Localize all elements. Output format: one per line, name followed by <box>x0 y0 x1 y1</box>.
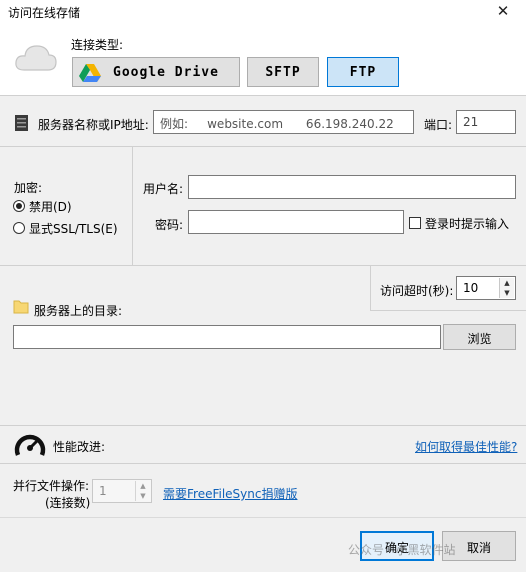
timeout-value: 10 <box>463 281 479 295</box>
directory-input[interactable] <box>13 325 441 349</box>
speedometer-icon <box>14 434 46 456</box>
connection-type-panel: 连接类型: Google Drive SFTP FTP <box>0 22 526 96</box>
parallel-ops-label: 并行文件操作: <box>13 479 90 493</box>
google-drive-button[interactable]: Google Drive <box>72 57 240 87</box>
ftp-button[interactable]: FTP <box>327 57 399 87</box>
parallel-ops-value: 1 <box>99 484 107 498</box>
radio-selected <box>13 200 25 212</box>
performance-label: 性能改进: <box>53 440 106 454</box>
parallel-ops-sublabel: (连接数) <box>45 496 91 510</box>
username-input[interactable] <box>188 175 516 199</box>
encryption-label: 加密: <box>14 181 43 195</box>
encryption-ssl-option[interactable]: 显式SSL/TLS(E) <box>13 220 128 236</box>
prompt-login-label: 登录时提示输入 <box>425 217 510 231</box>
encryption-ssl-label: 显式SSL/TLS(E) <box>29 222 118 236</box>
window-title: 访问在线存储 <box>8 6 81 20</box>
server-label: 服务器名称或IP地址: <box>38 118 149 132</box>
password-input[interactable] <box>188 210 404 234</box>
browse-label: 浏览 <box>467 332 492 346</box>
port-value: 21 <box>463 115 479 129</box>
divider <box>0 463 526 464</box>
password-label: 密码: <box>155 218 184 232</box>
folder-icon <box>13 300 29 314</box>
timeout-spinner[interactable]: 10 ▲ ▼ <box>456 276 516 300</box>
spinner-up-icon[interactable]: ▲ <box>135 481 150 491</box>
spinner-down-icon[interactable]: ▼ <box>135 491 150 501</box>
spinner-down-icon[interactable]: ▼ <box>499 288 514 298</box>
donation-edition-link[interactable]: 需要FreeFileSync捐赠版 <box>163 485 297 502</box>
server-placeholder: 例如: website.com 66.198.240.22 <box>160 117 394 131</box>
server-icon <box>15 115 28 131</box>
prompt-login-checkbox[interactable]: 登录时提示输入 <box>409 215 521 231</box>
watermark: 公众号 · 小黑软件站 <box>348 543 456 557</box>
divider <box>0 146 526 147</box>
cloud-icon <box>15 45 57 71</box>
divider <box>0 425 526 426</box>
title-bar: 访问在线存储 ✕ <box>0 0 526 22</box>
divider <box>132 147 133 265</box>
best-performance-link[interactable]: 如何取得最佳性能? <box>415 438 517 455</box>
port-label: 端口: <box>424 118 453 132</box>
encryption-disabled-label: 禁用(D) <box>29 200 72 214</box>
connection-type-label: 连接类型: <box>71 38 124 52</box>
browse-button[interactable]: 浏览 <box>443 324 516 350</box>
timeout-label: 访问超时(秒): <box>380 284 454 298</box>
sftp-button[interactable]: SFTP <box>247 57 319 87</box>
parallel-ops-spinner[interactable]: 1 ▲ ▼ <box>92 479 152 503</box>
google-drive-label: Google Drive <box>113 65 219 80</box>
divider <box>370 310 526 311</box>
close-button[interactable]: ✕ <box>492 1 514 21</box>
sftp-label: SFTP <box>265 65 301 80</box>
divider <box>0 265 526 266</box>
spinner-up-icon[interactable]: ▲ <box>499 278 514 288</box>
radio-unselected <box>13 222 25 234</box>
directory-label: 服务器上的目录: <box>34 304 123 318</box>
encryption-disabled-option[interactable]: 禁用(D) <box>13 198 123 214</box>
server-input[interactable]: 例如: website.com 66.198.240.22 <box>153 110 414 134</box>
port-input[interactable]: 21 <box>456 110 516 134</box>
ftp-label: FTP <box>349 65 377 80</box>
divider <box>370 266 371 310</box>
google-drive-icon <box>79 64 101 82</box>
checkbox-box <box>409 217 421 229</box>
divider <box>0 95 526 96</box>
username-label: 用户名: <box>143 182 184 196</box>
